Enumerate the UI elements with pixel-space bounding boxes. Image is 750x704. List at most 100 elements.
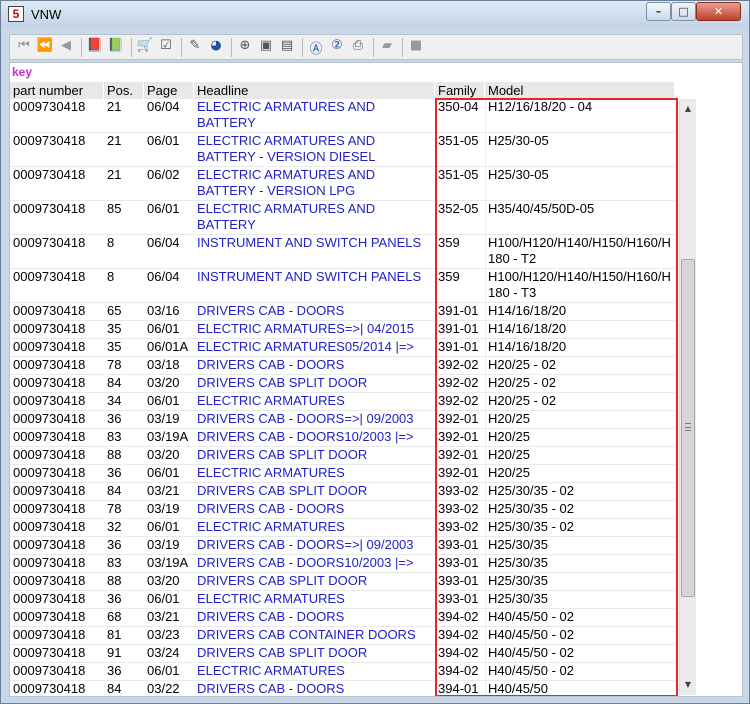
table-row[interactable]: 0009730418 68 03/21 DRIVERS CAB - DOORS 394-… [10, 609, 675, 627]
cell-headline-link[interactable]: ELECTRIC ARMATURES [197, 465, 435, 481]
prev-icon[interactable]: ◀ [57, 38, 75, 56]
cell-headline-link[interactable]: DRIVERS CAB SPLIT DOOR [197, 375, 435, 391]
table-row[interactable]: 0009730418 21 06/01 ELECTRIC ARMATURES AND … [10, 133, 675, 167]
cell-headline-link[interactable]: DRIVERS CAB SPLIT DOOR [197, 573, 435, 589]
table-row[interactable]: 0009730418 36 03/19 DRIVERS CAB - DOORS=>| … [10, 537, 675, 555]
scroll-down-icon[interactable]: ▼ [680, 677, 696, 693]
cell-headline-link[interactable]: ELECTRIC ARMATURES AND BATTERY [197, 201, 435, 233]
cell-headline-link[interactable]: DRIVERS CAB - DOORS=>| 09/2003 [197, 537, 435, 553]
table-row[interactable]: 0009730418 84 03/22 DRIVERS CAB - DOORS 394-… [10, 681, 675, 696]
info-2-icon[interactable]: ② [328, 38, 346, 56]
marker-icon[interactable]: ✎ [186, 38, 204, 56]
table-row[interactable]: 0009730418 78 03/18 DRIVERS CAB - DOORS 392-… [10, 357, 675, 375]
cell-headline-link[interactable]: DRIVERS CAB - DOORS [197, 609, 435, 625]
globe-icon[interactable]: ◕ [207, 38, 225, 56]
cell-part-number: 0009730418 [13, 321, 86, 336]
cell-headline-link[interactable]: ELECTRIC ARMATURES [197, 393, 435, 409]
cell-part-number: 0009730418 [13, 339, 86, 354]
column-header-part-number[interactable]: part number [10, 82, 104, 99]
scroll-up-icon[interactable]: ▲ [680, 101, 696, 117]
cell-headline-link[interactable]: DRIVERS CAB - DOORS10/2003 |=> [197, 555, 435, 571]
cell-pos: 78 [107, 501, 122, 516]
table-row[interactable]: 0009730418 91 03/24 DRIVERS CAB SPLIT DOOR 3… [10, 645, 675, 663]
cell-headline-link[interactable]: INSTRUMENT AND SWITCH PANELS [197, 235, 435, 251]
table-row[interactable]: 0009730418 88 03/20 DRIVERS CAB SPLIT DOOR 3… [10, 573, 675, 591]
table-row[interactable]: 0009730418 34 06/01 ELECTRIC ARMATURES 392-0… [10, 393, 675, 411]
table-row[interactable]: 0009730418 8 06/04 INSTRUMENT AND SWITCH PA… [10, 235, 675, 269]
cell-headline-link[interactable]: DRIVERS CAB - DOORS [197, 681, 435, 696]
cell-headline-link[interactable]: DRIVERS CAB - DOORS10/2003 |=> [197, 429, 435, 445]
cart-icon[interactable]: 🛒 [136, 38, 154, 56]
maximize-button[interactable]: □ [671, 2, 696, 21]
table-row[interactable]: 0009730418 84 03/21 DRIVERS CAB SPLIT DOOR 3… [10, 483, 675, 501]
table-row[interactable]: 0009730418 84 03/20 DRIVERS CAB SPLIT DOOR 3… [10, 375, 675, 393]
cell-model: H25/30/35 [488, 591, 548, 606]
vertical-scrollbar[interactable]: ▲ ▼ [679, 99, 696, 695]
table-row[interactable]: 0009730418 21 06/02 ELECTRIC ARMATURES AND … [10, 167, 675, 201]
rewind-icon[interactable]: ⏪ [36, 38, 54, 56]
cell-model: H25/30/35 [488, 573, 548, 588]
column-header-headline[interactable]: Headline [194, 82, 435, 99]
cell-part-number: 0009730418 [13, 375, 86, 390]
cell-headline-link[interactable]: DRIVERS CAB CONTAINER DOORS [197, 627, 435, 643]
cell-headline-link[interactable]: DRIVERS CAB SPLIT DOOR [197, 447, 435, 463]
table-row[interactable]: 0009730418 85 06/01 ELECTRIC ARMATURES AND … [10, 201, 675, 235]
minimize-button[interactable]: – [646, 2, 671, 21]
cell-headline-link[interactable]: ELECTRIC ARMATURES [197, 591, 435, 607]
column-header-pos[interactable]: Pos. [104, 82, 144, 99]
cell-part-number: 0009730418 [13, 411, 86, 426]
eraser-icon[interactable]: ▰ [378, 38, 396, 56]
cell-headline-link[interactable]: DRIVERS CAB - DOORS=>| 09/2003 [197, 411, 435, 427]
cell-headline-link[interactable]: INSTRUMENT AND SWITCH PANELS [197, 269, 435, 285]
zoom-icon[interactable]: ⊕ [236, 38, 254, 56]
page-icon[interactable]: ▣ [257, 38, 275, 56]
table-row[interactable]: 0009730418 8 06/04 INSTRUMENT AND SWITCH PA… [10, 269, 675, 303]
cell-family: 393-02 [438, 519, 479, 534]
table-row[interactable]: 0009730418 36 06/01 ELECTRIC ARMATURES 393-0… [10, 591, 675, 609]
print-icon[interactable]: ⎙ [349, 38, 367, 56]
column-header-page[interactable]: Page [144, 82, 194, 99]
table-row[interactable]: 0009730418 81 03/23 DRIVERS CAB CONTAINER D… [10, 627, 675, 645]
close-button[interactable]: ✕ [696, 2, 741, 21]
table-row[interactable]: 0009730418 35 06/01 ELECTRIC ARMATURES=>| 0… [10, 321, 675, 339]
info-a-icon[interactable]: Ⓐ [307, 38, 325, 57]
cell-headline-link[interactable]: ELECTRIC ARMATURES AND BATTERY [197, 99, 435, 131]
checklist-icon[interactable]: ☑ [157, 38, 175, 56]
title-bar[interactable]: 5 VNW – □ ✕ [1, 1, 749, 27]
scroll-thumb[interactable] [681, 259, 695, 597]
table-row[interactable]: 0009730418 36 06/01 ELECTRIC ARMATURES 394-0… [10, 663, 675, 681]
cell-headline-link[interactable]: ELECTRIC ARMATURES05/2014 |=> [197, 339, 435, 355]
table-row[interactable]: 0009730418 36 03/19 DRIVERS CAB - DOORS=>| … [10, 411, 675, 429]
table-row[interactable]: 0009730418 65 03/16 DRIVERS CAB - DOORS 391-… [10, 303, 675, 321]
cell-headline-link[interactable]: DRIVERS CAB - DOORS [197, 501, 435, 517]
table-row[interactable]: 0009730418 83 03/19A DRIVERS CAB - DOORS10/… [10, 555, 675, 573]
cell-model: H20/25 - 02 [488, 357, 556, 372]
cell-headline-link[interactable]: ELECTRIC ARMATURES AND BATTERY - VERSION… [197, 167, 435, 199]
cell-model: H25/30/35 [488, 537, 548, 552]
table-row[interactable]: 0009730418 35 06/01A ELECTRIC ARMATURES05/2… [10, 339, 675, 357]
cell-headline-link[interactable]: ELECTRIC ARMATURES=>| 04/2015 [197, 321, 435, 337]
cell-headline-link[interactable]: DRIVERS CAB - DOORS [197, 357, 435, 373]
table-row[interactable]: 0009730418 36 06/01 ELECTRIC ARMATURES 392-0… [10, 465, 675, 483]
column-header-model[interactable]: Model [485, 82, 675, 99]
cell-headline-link[interactable]: ELECTRIC ARMATURES [197, 663, 435, 679]
column-header-family[interactable]: Family [435, 82, 485, 99]
cell-part-number: 0009730418 [13, 519, 86, 534]
cell-pos: 36 [107, 465, 122, 480]
table-row[interactable]: 0009730418 78 03/19 DRIVERS CAB - DOORS 393-… [10, 501, 675, 519]
cell-family: 393-01 [438, 537, 479, 552]
table-row[interactable]: 0009730418 32 06/01 ELECTRIC ARMATURES 393-0… [10, 519, 675, 537]
table-row[interactable]: 0009730418 21 06/04 ELECTRIC ARMATURES AND … [10, 99, 675, 133]
book-forward-icon[interactable]: 📗 [107, 38, 125, 56]
cell-headline-link[interactable]: ELECTRIC ARMATURES [197, 519, 435, 535]
book-back-icon[interactable]: 📕 [86, 38, 104, 56]
cell-headline-link[interactable]: ELECTRIC ARMATURES AND BATTERY - VERSION… [197, 133, 435, 165]
first-icon[interactable]: ⏮ [15, 38, 33, 56]
page-copy-icon[interactable]: ▤ [278, 38, 296, 56]
cell-headline-link[interactable]: DRIVERS CAB SPLIT DOOR [197, 645, 435, 661]
cell-headline-link[interactable]: DRIVERS CAB - DOORS [197, 303, 435, 319]
table-row[interactable]: 0009730418 88 03/20 DRIVERS CAB SPLIT DOOR 3… [10, 447, 675, 465]
table-row[interactable]: 0009730418 83 03/19A DRIVERS CAB - DOORS10/… [10, 429, 675, 447]
stop-icon[interactable]: ■ [407, 38, 425, 56]
cell-headline-link[interactable]: DRIVERS CAB SPLIT DOOR [197, 483, 435, 499]
